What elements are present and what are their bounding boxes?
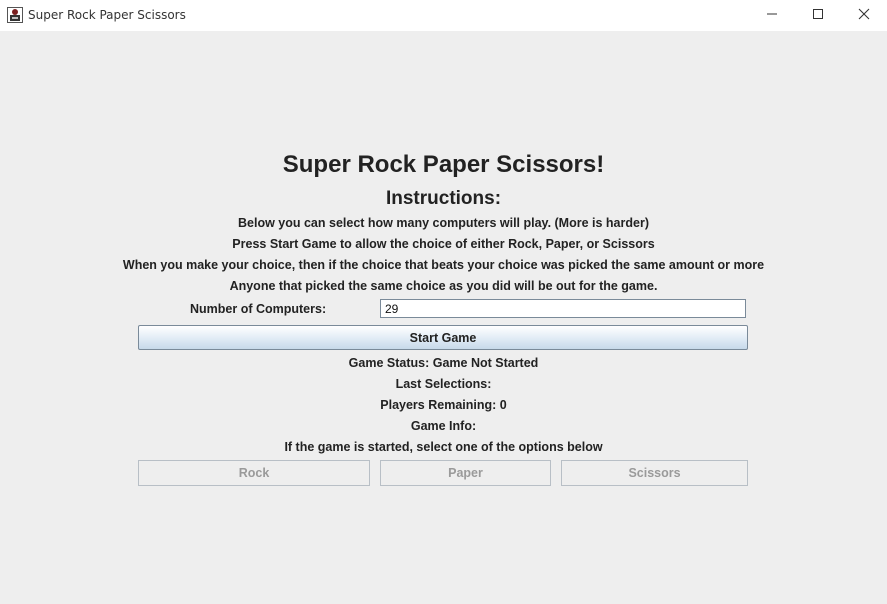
rock-button[interactable]: Rock [138, 460, 370, 486]
selection-prompt: If the game is started, select one of th… [284, 440, 603, 454]
minimize-button[interactable] [749, 0, 795, 31]
computers-label: Number of Computers: [190, 302, 327, 316]
instructions-title: Instructions: [385, 188, 502, 209]
game-panel: Super Rock Paper Scissors! Instructions:… [0, 31, 887, 604]
game-status: Game Status: Game Not Started [348, 356, 539, 370]
window-title: Super Rock Paper Scissors [28, 8, 186, 22]
maximize-icon [812, 7, 824, 25]
game-info: Game Info: [410, 419, 477, 433]
instruction-line: Press Start Game to allow the choice of … [232, 237, 655, 251]
computers-input[interactable] [380, 299, 746, 318]
scissors-button[interactable]: Scissors [561, 460, 748, 486]
page-title: Super Rock Paper Scissors! [282, 151, 605, 178]
start-game-button[interactable]: Start Game [138, 325, 748, 350]
minimize-icon [766, 7, 778, 25]
close-icon [858, 7, 870, 25]
players-remaining: Players Remaining: 0 [380, 398, 507, 412]
paper-button[interactable]: Paper [380, 460, 551, 486]
instruction-line: Anyone that picked the same choice as yo… [229, 279, 658, 293]
instruction-line: When you make your choice, then if the c… [122, 258, 765, 272]
app-icon [7, 7, 23, 23]
maximize-button[interactable] [795, 0, 841, 31]
instruction-line: Below you can select how many computers … [238, 216, 649, 230]
last-selections: Last Selections: [395, 377, 492, 391]
close-button[interactable] [841, 0, 887, 31]
title-bar[interactable]: Super Rock Paper Scissors [0, 0, 887, 31]
